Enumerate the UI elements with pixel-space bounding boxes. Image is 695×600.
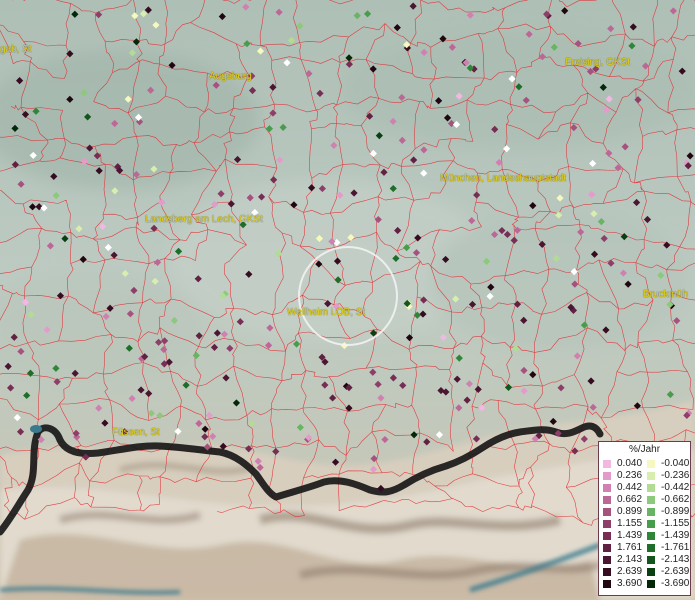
legend-swatch [647, 460, 655, 468]
legend-value: 1.155 [617, 518, 643, 529]
legend-swatch [647, 520, 655, 528]
place-label-landsberg: Landsberg am Lech, GKSt [145, 214, 263, 225]
legend-swatch [647, 484, 655, 492]
legend-swatch [603, 580, 611, 588]
legend-value: -0.236 [661, 470, 690, 481]
legend-swatch [647, 580, 655, 588]
legend-swatch [603, 556, 611, 564]
map-legend: %/Jahr 0.040 0.236 0.442 0.662 0.899 1.155 1.4… [598, 441, 691, 596]
legend-swatch [603, 520, 611, 528]
legend-swatch [647, 508, 655, 516]
legend-value: -0.442 [661, 482, 690, 493]
legend-swatch [603, 460, 611, 468]
legend-value: -1.155 [661, 518, 690, 529]
legend-value: 1.439 [617, 530, 643, 541]
place-label-freising: Freising, GKSt [565, 57, 631, 68]
legend-swatch [603, 532, 611, 540]
legend-value: 0.899 [617, 506, 643, 517]
legend-swatch [647, 532, 655, 540]
legend-value: 2.639 [617, 566, 643, 577]
place-label-gab: gab, St [0, 44, 32, 55]
legend-swatch [603, 496, 611, 504]
legend-value: 1.761 [617, 542, 643, 553]
legend-swatch [603, 544, 611, 552]
place-label-muenchen: München, Landeshauptstadt [440, 173, 567, 184]
legend-value: -2.143 [661, 554, 690, 565]
legend-swatch [603, 472, 611, 480]
legend-swatch [647, 556, 655, 564]
legend-title: %/Jahr [628, 444, 661, 455]
legend-value: 0.040 [617, 458, 643, 469]
legend-swatch [603, 568, 611, 576]
legend-swatch [603, 484, 611, 492]
legend-value: -0.662 [661, 494, 690, 505]
place-label-augsburg: Augsburg [209, 71, 252, 82]
legend-swatch [647, 472, 655, 480]
legend-value: 3.690 [617, 578, 643, 589]
terrain-layer [0, 0, 695, 600]
legend-swatch [647, 568, 655, 576]
legend-value: -1.439 [661, 530, 690, 541]
legend-value: -0.040 [661, 458, 690, 469]
place-label-fuessen: Füssen, St [112, 427, 160, 438]
legend-value: 2.143 [617, 554, 643, 565]
lake-marker [30, 425, 42, 433]
legend-value: -1.761 [661, 542, 690, 553]
place-label-bruckmuehl: Bruckmüh [643, 289, 689, 300]
legend-value: 0.236 [617, 470, 643, 481]
legend-value: 0.662 [617, 494, 643, 505]
legend-swatch [603, 508, 611, 516]
map-canvas[interactable] [0, 0, 695, 600]
legend-value: -3.690 [661, 578, 690, 589]
legend-value: -0.899 [661, 506, 690, 517]
legend-swatch [647, 544, 655, 552]
place-label-weilheim: Weilheim i.OB, St [287, 307, 366, 318]
legend-value: 0.442 [617, 482, 643, 493]
legend-value: -2.639 [661, 566, 690, 577]
legend-swatch [647, 496, 655, 504]
